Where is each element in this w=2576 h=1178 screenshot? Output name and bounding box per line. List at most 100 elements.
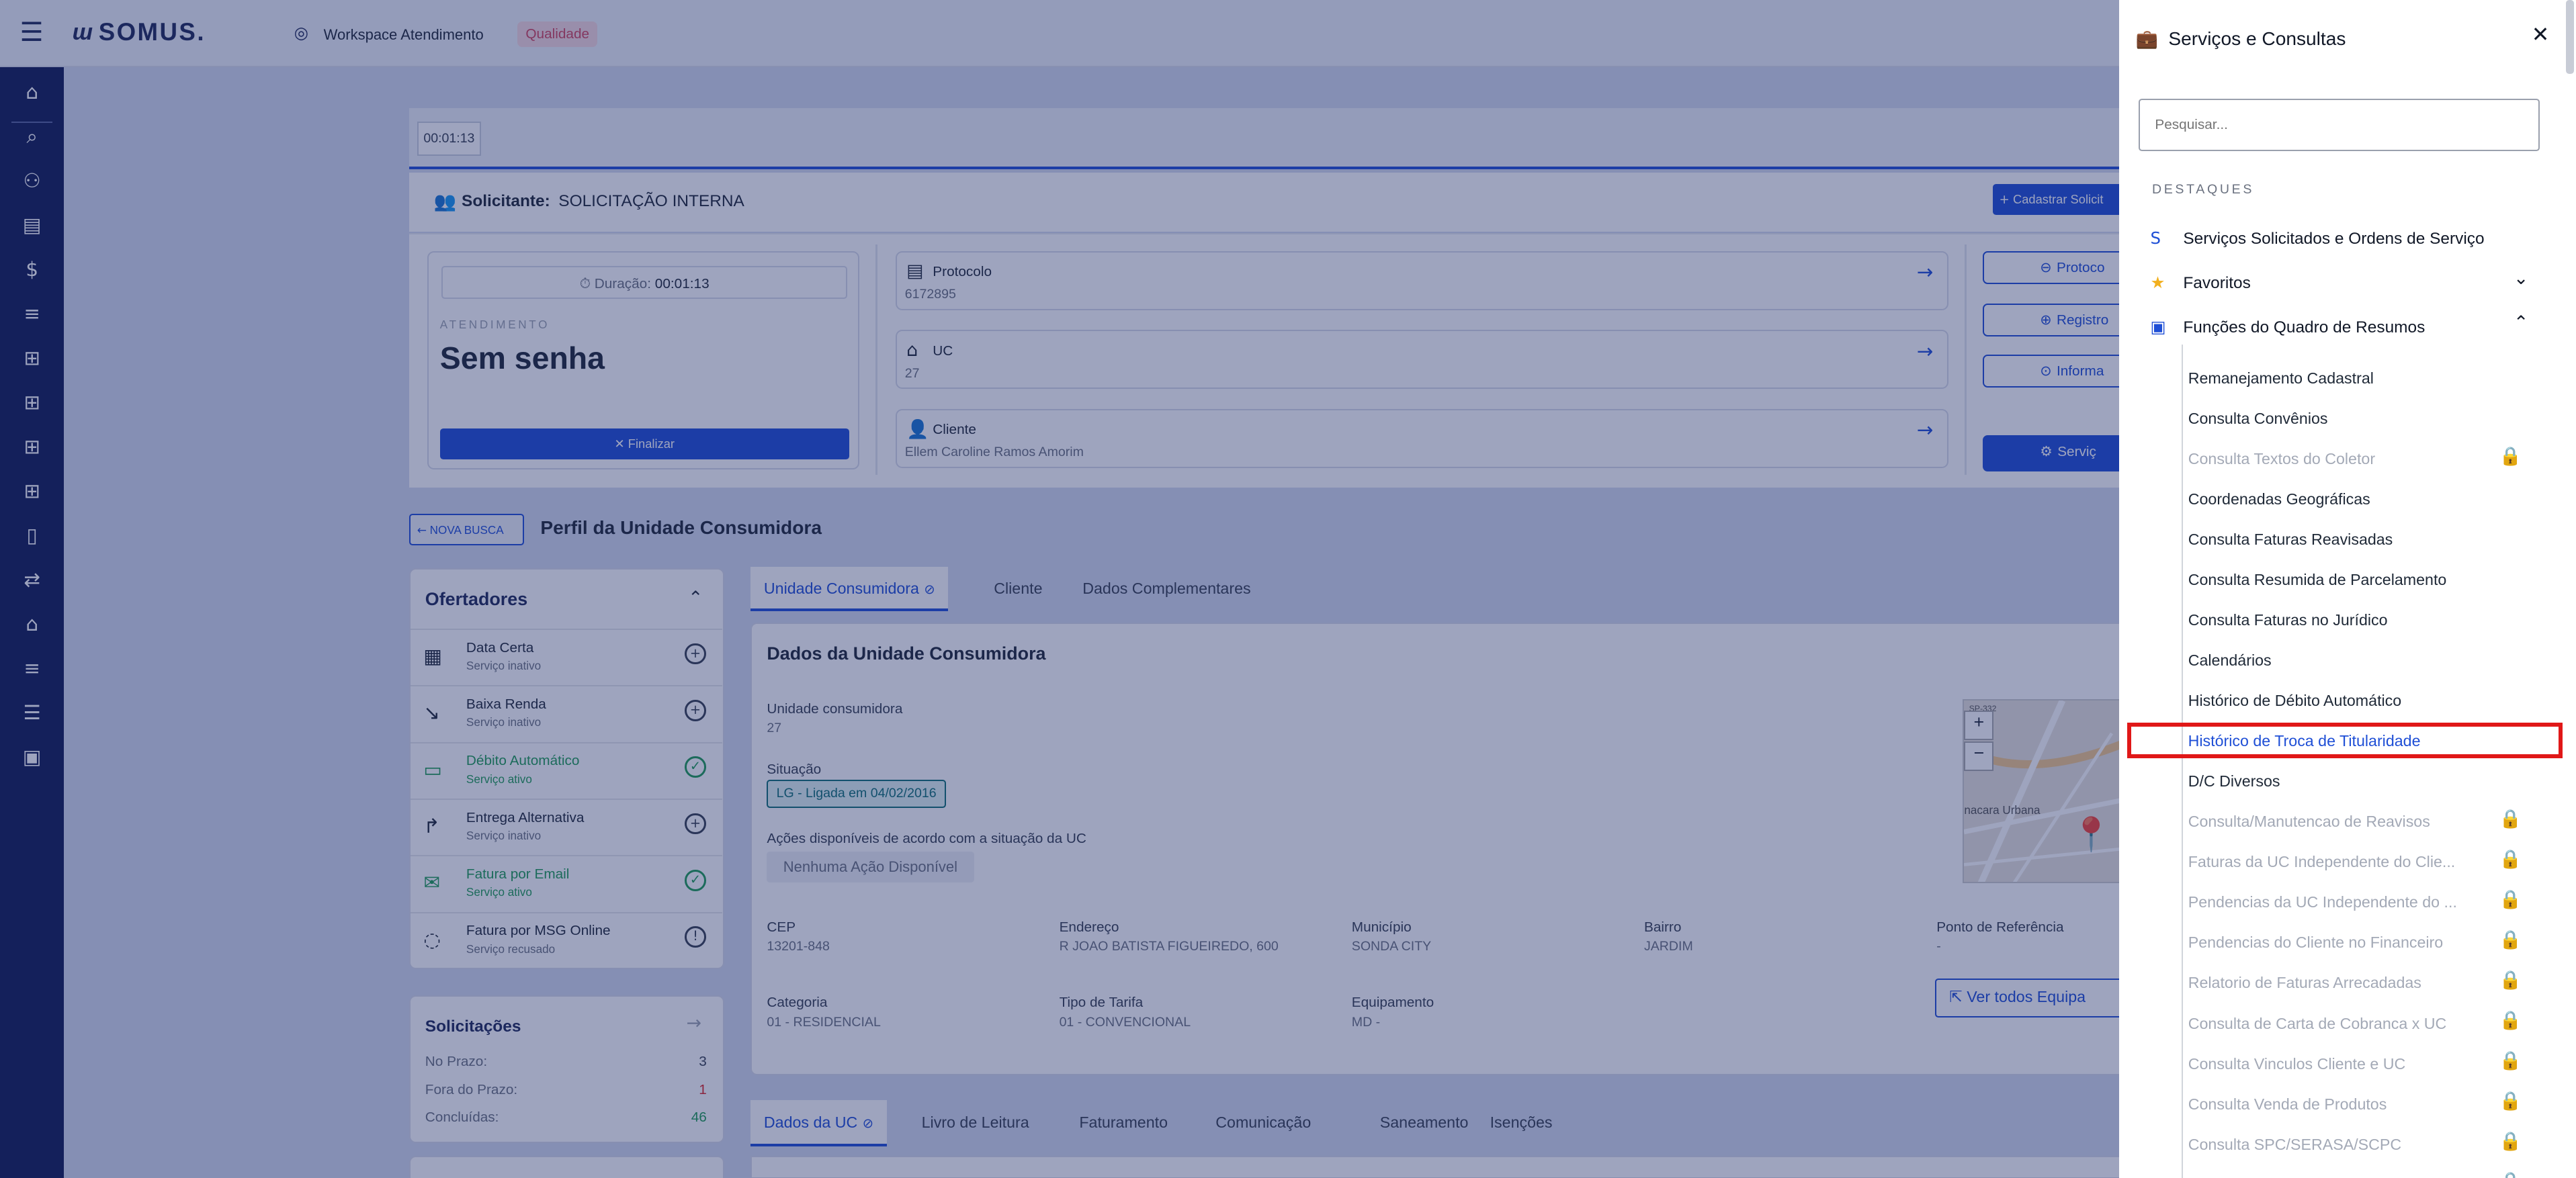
map-zoom-in-button[interactable]: +	[1964, 710, 1994, 740]
panel-item[interactable]: Relatorio de Faturas Arrecadadas 🔒	[2127, 964, 2563, 1001]
note-icon[interactable]: ☰	[18, 701, 46, 724]
hamburger-menu-icon[interactable]: ☰	[19, 19, 43, 46]
brand-logo-mark: ɯ	[72, 19, 93, 46]
arrow-right-icon[interactable]: →	[1917, 340, 1934, 363]
duracao-box: ⏱ Duração: 00:01:13	[441, 265, 848, 299]
chevron-up-icon[interactable]: ⌃	[688, 588, 703, 608]
panel-item[interactable]: Calendários	[2127, 642, 2563, 678]
arrow-right-icon[interactable]: →	[1917, 261, 1934, 283]
panel-item[interactable]: Histórico de Troca de Titularidade	[2127, 722, 2563, 759]
panel-item[interactable]: Consulta Vinculos Cliente e UC 🔒	[2127, 1045, 2563, 1081]
info-label: UC	[933, 343, 953, 359]
list-search-icon[interactable]: ≡	[18, 302, 46, 325]
panel-group-0[interactable]: S Serviços Solicitados e Ordens de Serviç…	[2139, 226, 2549, 256]
solicitante-bar: 👥 Solicitante: SOLICITAÇÃO INTERNA + Cad…	[409, 172, 2157, 232]
ofertador-row[interactable]: ↘ Baixa Renda Serviço inativo +	[410, 685, 723, 741]
panel-item[interactable]: D/C Diversos	[2127, 763, 2563, 799]
cash-icon[interactable]: ▣	[18, 745, 46, 768]
left-sidebar: ⌂ ⌕ ⚇ ▤ $ ≡ ⊞ ⊞ ⊞ ⊞ ▯ ⇄ ⌂ ≡ ☰ ▣	[0, 67, 65, 1178]
panel-item[interactable]: Consulta Convênios	[2127, 400, 2563, 436]
tab-faturamento[interactable]: Faturamento	[1066, 1100, 1181, 1146]
check-circle-icon[interactable]: ✓	[685, 869, 706, 891]
info-label: Cliente	[933, 421, 976, 437]
grid-icon[interactable]: ⊞	[18, 435, 46, 458]
info-card-cliente[interactable]: 👤 Cliente Ellem Caroline Ramos Amorim →	[895, 408, 1948, 468]
search-icon[interactable]: ⌕	[18, 125, 46, 148]
panel-item[interactable]: Consulta Faturas no Jurídico	[2127, 602, 2563, 638]
info-card-uc[interactable]: ⌂ UC 27 →	[895, 330, 1948, 390]
map-widget[interactable]: SP-332 nacara Urbana + − 📍	[1963, 699, 2127, 883]
tab-dados-complementares[interactable]: Dados Complementares	[1070, 567, 1264, 611]
panel-group-2[interactable]: ▣ Funções do Quadro de Resumos ⌃	[2139, 312, 2549, 345]
tab-cliente[interactable]: Cliente	[981, 567, 1056, 611]
swap-icon[interactable]: ⇄	[18, 568, 46, 591]
document-icon[interactable]: ▯	[18, 524, 46, 547]
tab-unidade-consumidora[interactable]: Unidade Consumidora ⊘	[750, 566, 949, 611]
ofertador-row[interactable]: ▭ Débito Automático Serviço ativo ✓	[410, 741, 723, 798]
panel-item[interactable]: Consulta/Manutencao de Reavisos 🔒	[2127, 803, 2563, 840]
trend-down-icon: ↘	[423, 701, 440, 725]
solicitacao-count[interactable]: 3	[699, 1054, 707, 1070]
ofertador-row[interactable]: ◌ Fatura por MSG Online Serviço recusado!	[410, 911, 723, 968]
home-icon[interactable]: ⌂	[18, 613, 46, 635]
clipboard-icon[interactable]: ▤	[18, 214, 46, 236]
panel-item[interactable]: Faturas da UC Independente do Clie... 🔒	[2127, 844, 2563, 880]
grid-icon[interactable]: ⊞	[18, 480, 46, 502]
arrow-right-icon[interactable]: →	[687, 1013, 702, 1034]
panel-item[interactable]: Consulta Textos do Coletor 🔒	[2127, 441, 2563, 477]
check-circle-icon[interactable]: ✓	[685, 756, 706, 778]
grid-icon[interactable]: ⊞	[18, 347, 46, 369]
panel-item[interactable]: Pendencias do Cliente no Financeiro 🔒	[2127, 924, 2563, 960]
ofertador-row[interactable]: ▦ Data Certa Serviço inativo +	[410, 628, 723, 684]
panel-title: Serviços e Consultas	[2168, 28, 2346, 49]
map-zoom-out-button[interactable]: −	[1964, 741, 1994, 772]
users-search-icon[interactable]: ⚇	[18, 169, 46, 192]
tab-dados-da-uc[interactable]: Dados da UC ⊘	[750, 1100, 887, 1146]
panel-item[interactable]: Consulta Recibo Anual de Quitacao 🔒	[2127, 1166, 2563, 1178]
panel-scrollbar[interactable]	[2566, 0, 2575, 75]
panel-group-1[interactable]: ★ Favoritos ⌄	[2139, 268, 2549, 300]
dollar-icon[interactable]: $	[18, 258, 46, 281]
alert-circle-icon[interactable]: !	[685, 926, 706, 948]
chevron-down-icon[interactable]: ⌄	[2514, 268, 2529, 289]
panel-item[interactable]: Histórico de Débito Automático	[2127, 682, 2563, 719]
panel-item[interactable]: Pendencias da UC Independente do ... 🔒	[2127, 884, 2563, 920]
external-link-icon: ⇱	[1949, 987, 1963, 1006]
add-circle-icon[interactable]: +	[685, 699, 706, 721]
panel-item[interactable]: Remanejamento Cadastral	[2127, 359, 2563, 396]
panel-item[interactable]: Consulta Faturas Reavisadas	[2127, 521, 2563, 557]
panel-item[interactable]: Consulta SPC/SERASA/SCPC 🔒	[2127, 1126, 2563, 1162]
ver-todos-button[interactable]: ⇱ Ver todos Equipa	[1934, 978, 2141, 1018]
tab-label: Saneamento	[1379, 1113, 1469, 1131]
tab-isenções[interactable]: Isenções	[1477, 1100, 1565, 1146]
panel-item[interactable]: Consulta Resumida de Parcelamento	[2127, 561, 2563, 598]
panel-search-input[interactable]	[2139, 98, 2540, 151]
solicitacao-count[interactable]: 1	[699, 1082, 707, 1098]
ofertador-row[interactable]: ✉ Fatura por Email Serviço ativo ✓	[410, 855, 723, 911]
star-icon: ★	[2150, 272, 2165, 292]
nova-busca-button[interactable]: ← NOVA BUSCA	[409, 514, 524, 545]
panel-item[interactable]: Consulta de Carta de Cobranca x UC 🔒	[2127, 1005, 2563, 1041]
solicitacao-count[interactable]: 46	[691, 1109, 707, 1126]
list-search-icon[interactable]: ≡	[18, 657, 46, 680]
ofertador-row[interactable]: ↱ Entrega Alternativa Serviço inativo +	[410, 799, 723, 854]
tab-livro-de-leitura[interactable]: Livro de Leitura	[908, 1100, 1042, 1146]
workspace-name[interactable]: Workspace Atendimento	[324, 26, 484, 44]
ofertador-name: Débito Automático	[466, 753, 580, 769]
finalizar-button[interactable]: ✕ Finalizar	[439, 428, 849, 460]
arrow-right-icon[interactable]: →	[1917, 418, 1934, 441]
add-circle-icon[interactable]: +	[685, 813, 706, 835]
add-circle-icon[interactable]: +	[685, 643, 706, 665]
chevron-up-icon[interactable]: ⌃	[2514, 312, 2529, 333]
uc-tabs: Unidade Consumidora ⊘ Cliente Dados Complem…	[750, 566, 2131, 611]
tab-comunicação[interactable]: Comunicação	[1203, 1100, 1324, 1146]
grid-icon[interactable]: ⊞	[18, 391, 46, 414]
panel-item[interactable]: Consulta Venda de Produtos 🔒	[2127, 1085, 2563, 1122]
timer-tab-label[interactable]: 00:01:13	[417, 121, 481, 156]
home-icon[interactable]: ⌂	[18, 81, 46, 103]
close-icon[interactable]: ✕	[2532, 23, 2550, 47]
panel-item[interactable]: Coordenadas Geográficas	[2127, 481, 2563, 517]
tab-saneamento[interactable]: Saneamento	[1367, 1100, 1482, 1146]
lock-icon: 🔒	[2499, 1091, 2522, 1112]
info-card-protocolo[interactable]: ▤ Protocolo 6172895 →	[895, 251, 1948, 311]
